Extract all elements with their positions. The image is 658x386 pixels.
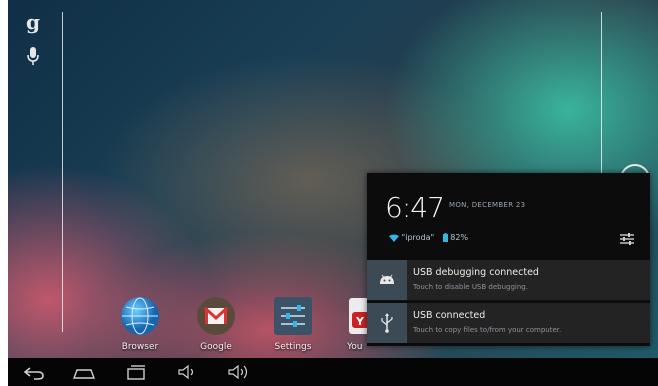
app-label: Browser — [121, 342, 159, 352]
left-workspace-edge — [62, 12, 63, 332]
wifi-icon — [389, 234, 399, 242]
navigation-bar — [8, 358, 658, 386]
notification-usb-debugging[interactable]: USB debugging connected Touch to disable… — [367, 260, 650, 300]
app-youtube[interactable]: Y You — [339, 296, 369, 352]
youtube-icon: Y — [349, 298, 369, 334]
android-icon — [380, 274, 394, 284]
back-icon[interactable] — [22, 362, 46, 382]
notification-icon-box — [367, 260, 407, 300]
notification-icon-box — [367, 303, 407, 343]
status-row: "iproda" 82% — [389, 233, 468, 247]
globe-icon — [121, 297, 159, 335]
notification-divider — [367, 300, 650, 301]
notification-subtitle: Touch to disable USB debugging. — [413, 283, 528, 291]
app-label: You — [347, 342, 363, 352]
app-google-mail[interactable]: Google — [187, 296, 245, 352]
battery-icon — [442, 233, 448, 242]
home-icon[interactable] — [72, 362, 96, 382]
notification-title: USB debugging connected — [413, 267, 539, 278]
voice-search-mic-icon[interactable] — [26, 46, 40, 68]
settings-sliders-icon — [274, 297, 312, 335]
google-search-button[interactable]: g — [26, 10, 40, 34]
usb-icon — [381, 313, 393, 333]
wifi-name: "iproda" — [401, 233, 435, 242]
notification-title: USB connected — [413, 310, 486, 321]
quick-settings-icon[interactable] — [619, 231, 635, 247]
clock-date: MON, DECEMBER 23 — [449, 201, 526, 209]
app-label: Google — [200, 342, 232, 352]
gmail-icon — [197, 297, 235, 335]
home-screen: g Browser Google Settings Y You 6:47 MON… — [0, 0, 658, 386]
app-settings[interactable]: Settings — [264, 296, 322, 352]
recent-apps-icon[interactable] — [124, 362, 148, 382]
app-browser[interactable]: Browser — [111, 296, 169, 352]
notification-subtitle: Touch to copy files to/from your compute… — [413, 326, 562, 334]
clock-time: 6:47 — [385, 191, 445, 224]
notification-panel: 6:47 MON, DECEMBER 23 "iproda" 82% USB d… — [367, 173, 650, 346]
app-label: Settings — [274, 342, 312, 352]
volume-up-icon[interactable] — [226, 362, 250, 382]
battery-level: 82% — [450, 233, 469, 242]
notification-usb-connected[interactable]: USB connected Touch to copy files to/fro… — [367, 303, 650, 343]
svg-text:Y: Y — [355, 315, 365, 328]
volume-down-icon[interactable] — [176, 362, 200, 382]
